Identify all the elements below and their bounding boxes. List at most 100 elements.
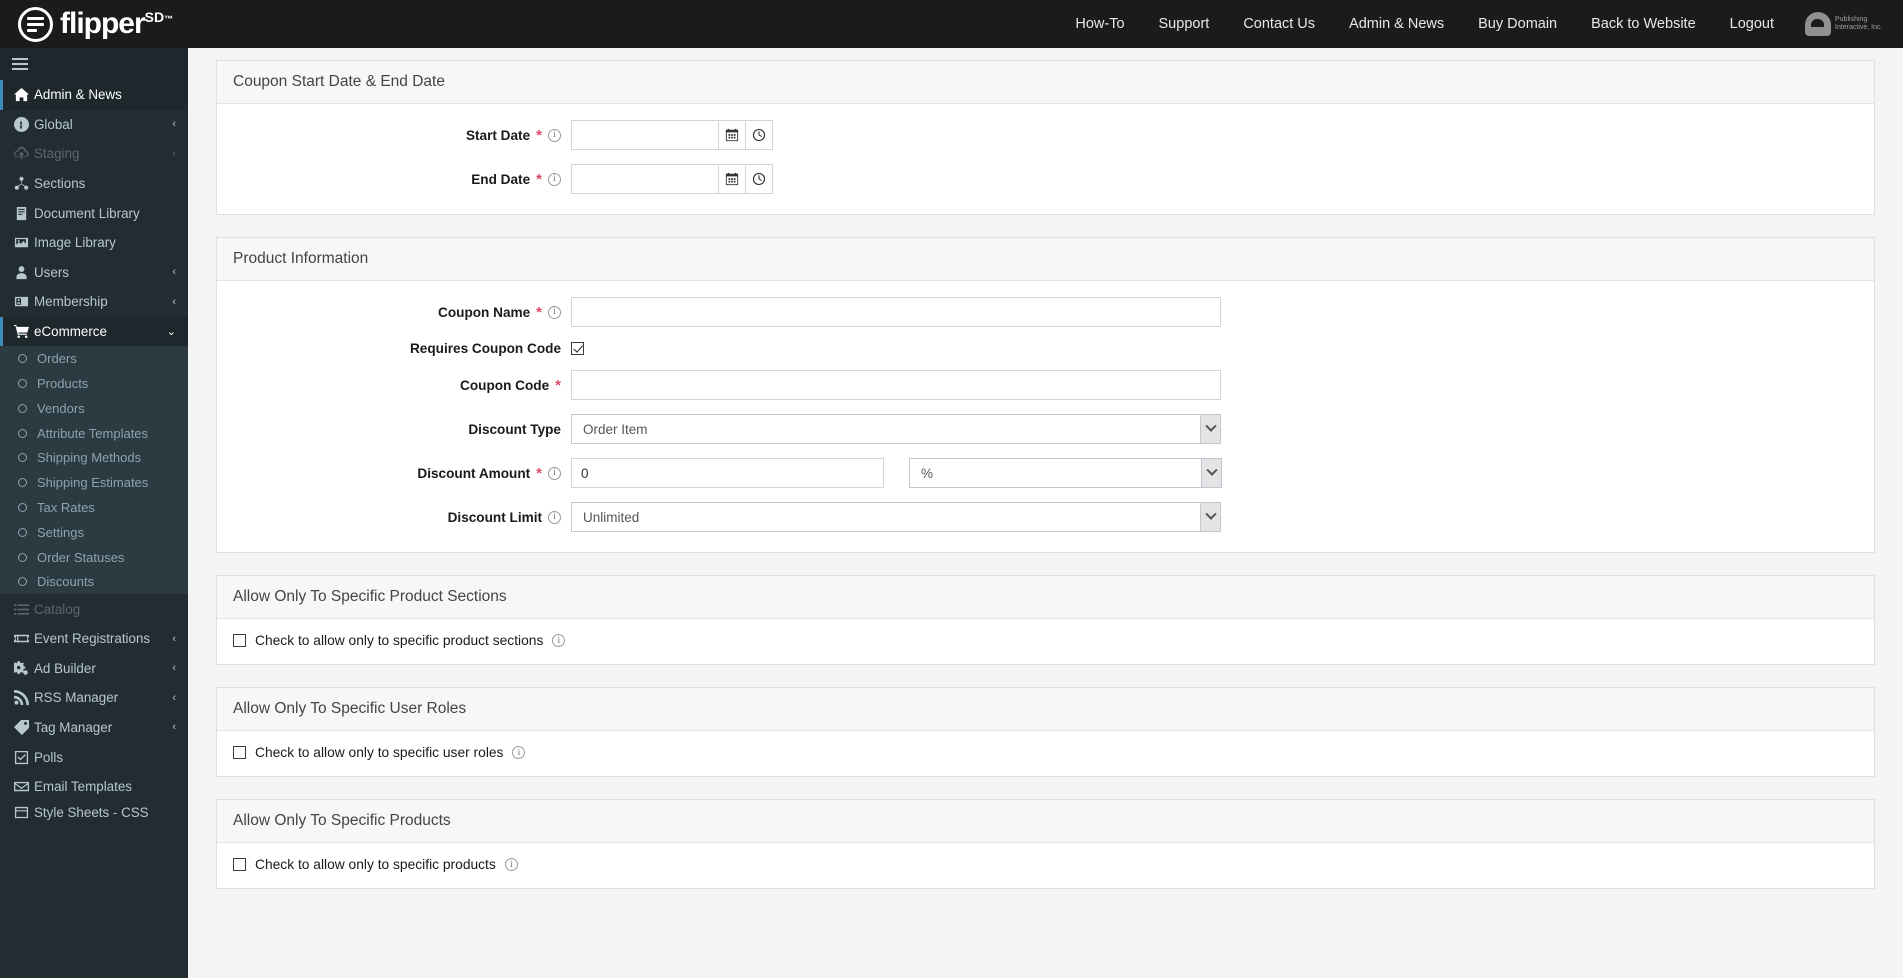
end-date-input[interactable] xyxy=(571,164,719,194)
cloud-upload-icon xyxy=(14,146,34,161)
sidebar-item-document-library[interactable]: Document Library xyxy=(0,198,188,228)
flipper-circle-icon xyxy=(18,6,53,42)
brand-logo[interactable]: flipperSD™ xyxy=(0,0,228,48)
info-icon[interactable]: i xyxy=(548,510,561,524)
panel-title-specific-user-roles: Allow Only To Specific User Roles xyxy=(217,688,1874,731)
info-icon[interactable]: i xyxy=(548,172,561,186)
sidebar-item-label: Staging xyxy=(34,146,80,162)
sidebar-item-label: Users xyxy=(34,264,69,280)
sidebar-item-email-templates[interactable]: Email Templates xyxy=(0,772,188,802)
discount-unit-select[interactable]: % xyxy=(909,458,1222,488)
discount-type-select[interactable]: Order Item xyxy=(571,414,1221,444)
sidebar-subitem-order-statuses[interactable]: Order Statuses xyxy=(0,545,188,570)
sidebar-item-tag-manager[interactable]: Tag Manager ‹ xyxy=(0,713,188,743)
sidebar-subitem-label: Settings xyxy=(37,524,84,540)
start-date-input-group xyxy=(571,120,773,150)
discount-limit-select[interactable]: Unlimited xyxy=(571,502,1221,532)
home-icon xyxy=(14,87,34,102)
sidebar-subitem-products[interactable]: Products xyxy=(0,371,188,396)
calendar-icon[interactable] xyxy=(719,164,746,194)
end-date-input-group xyxy=(571,164,773,194)
label-start-date-text: Start Date xyxy=(465,127,531,143)
info-icon[interactable]: i xyxy=(504,858,518,871)
nav-logout[interactable]: Logout xyxy=(1713,0,1791,48)
clock-icon[interactable] xyxy=(746,164,773,194)
sidebar-subitem-shipping-estimates[interactable]: Shipping Estimates xyxy=(0,470,188,495)
sidebar-item-sections[interactable]: Sections xyxy=(0,169,188,199)
coupon-code-input[interactable] xyxy=(571,370,1221,400)
circle-bullet-icon xyxy=(18,577,27,587)
corp-line-2: Interactive, Inc. xyxy=(1835,24,1883,31)
sidebar-item-label: Sections xyxy=(34,176,86,192)
requires-coupon-code-checkbox[interactable] xyxy=(571,342,584,355)
sidebar-subitem-discounts[interactable]: Discounts xyxy=(0,570,188,595)
sidebar-item-event-registrations[interactable]: Event Registrations ‹ xyxy=(0,624,188,654)
discount-amount-input[interactable]: 0 xyxy=(571,458,884,488)
clock-icon[interactable] xyxy=(746,120,773,150)
sidebar-subitem-vendors[interactable]: Vendors xyxy=(0,396,188,421)
panel-product-information: Product Information Coupon Name * i Requ… xyxy=(216,237,1875,553)
sidebar-item-global[interactable]: Global ‹ xyxy=(0,110,188,140)
sidebar-item-image-library[interactable]: Image Library xyxy=(0,228,188,258)
sidebar-item-label: Document Library xyxy=(34,205,140,221)
sidebar-item-label: Membership xyxy=(34,294,108,310)
specific-products-label: Check to allow only to specific products xyxy=(255,857,496,872)
label-coupon-code: Coupon Code * xyxy=(233,378,571,393)
specific-products-checkbox[interactable] xyxy=(233,858,246,871)
chevron-down-icon xyxy=(1200,503,1220,531)
calendar-icon[interactable] xyxy=(719,120,746,150)
specific-user-roles-checkbox[interactable] xyxy=(233,746,246,759)
info-icon[interactable]: i xyxy=(512,746,526,759)
circle-bullet-icon xyxy=(18,527,27,537)
nav-buy-domain[interactable]: Buy Domain xyxy=(1461,0,1574,48)
sidebar-item-membership[interactable]: Membership ‹ xyxy=(0,287,188,317)
specific-product-sections-checkbox[interactable] xyxy=(233,634,246,647)
sidebar-subitem-settings[interactable]: Settings xyxy=(0,520,188,545)
sidebar-subitem-orders[interactable]: Orders xyxy=(0,346,188,371)
cogs-icon xyxy=(14,660,34,676)
sidebar-item-ecommerce[interactable]: eCommerce ⌄ xyxy=(0,316,188,347)
label-discount-amount: Discount Amount * i xyxy=(233,466,571,481)
sidebar-subitem-label: Orders xyxy=(37,351,77,367)
info-icon[interactable]: i xyxy=(548,305,561,319)
panel-specific-product-sections: Allow Only To Specific Product Sections … xyxy=(216,575,1875,665)
brand-name: flipper xyxy=(60,7,146,40)
sidebar-item-polls[interactable]: Polls xyxy=(0,742,188,772)
discount-limit-value: Unlimited xyxy=(583,509,640,525)
sidebar-subitem-tax-rates[interactable]: Tax Rates xyxy=(0,495,188,520)
row-specific-products: Check to allow only to specific products… xyxy=(233,857,1858,872)
main-content: Coupon Start Date & End Date Start Date … xyxy=(188,48,1903,978)
nav-contact-us[interactable]: Contact Us xyxy=(1226,0,1332,48)
info-icon[interactable]: i xyxy=(548,466,561,480)
sidebar-subitem-attribute-templates[interactable]: Attribute Templates xyxy=(0,421,188,446)
required-asterisk: * xyxy=(536,126,542,144)
sidebar-item-rss-manager[interactable]: RSS Manager ‹ xyxy=(0,683,188,713)
sidebar-item-catalog[interactable]: Catalog xyxy=(0,594,188,624)
chevron-left-icon: ‹ xyxy=(172,295,176,308)
corp-line-1: Publishing xyxy=(1835,15,1868,23)
sidebar-item-style-sheets-css[interactable]: Style Sheets - CSS xyxy=(0,801,188,823)
sidebar-subitem-shipping-methods[interactable]: Shipping Methods xyxy=(0,446,188,471)
sidebar-item-users[interactable]: Users ‹ xyxy=(0,258,188,288)
chevron-left-icon: ‹ xyxy=(172,721,176,734)
start-date-input[interactable] xyxy=(571,120,719,150)
nav-how-to[interactable]: How-To xyxy=(1058,0,1141,48)
label-start-date: Start Date * i xyxy=(233,128,571,143)
label-coupon-name-text: Coupon Name xyxy=(438,304,531,320)
sidebar-item-ad-builder[interactable]: Ad Builder ‹ xyxy=(0,654,188,684)
discount-unit-value: % xyxy=(921,465,934,481)
ticket-icon xyxy=(14,631,34,646)
sidebar-item-admin-news[interactable]: Admin & News xyxy=(0,80,188,110)
sidebar-toggle-button[interactable] xyxy=(0,48,188,80)
nav-back-to-website[interactable]: Back to Website xyxy=(1574,0,1713,48)
row-discount-type: Discount Type Order Item xyxy=(233,414,1858,444)
nav-admin-news[interactable]: Admin & News xyxy=(1332,0,1461,48)
rss-icon xyxy=(14,690,34,706)
row-start-date: Start Date * i xyxy=(233,120,1858,150)
row-end-date: End Date * i xyxy=(233,164,1858,194)
nav-support[interactable]: Support xyxy=(1142,0,1227,48)
coupon-name-input[interactable] xyxy=(571,297,1221,327)
sidebar-item-staging[interactable]: Staging ‹ xyxy=(0,139,188,169)
info-icon[interactable]: i xyxy=(552,634,566,647)
info-icon[interactable]: i xyxy=(548,128,561,142)
